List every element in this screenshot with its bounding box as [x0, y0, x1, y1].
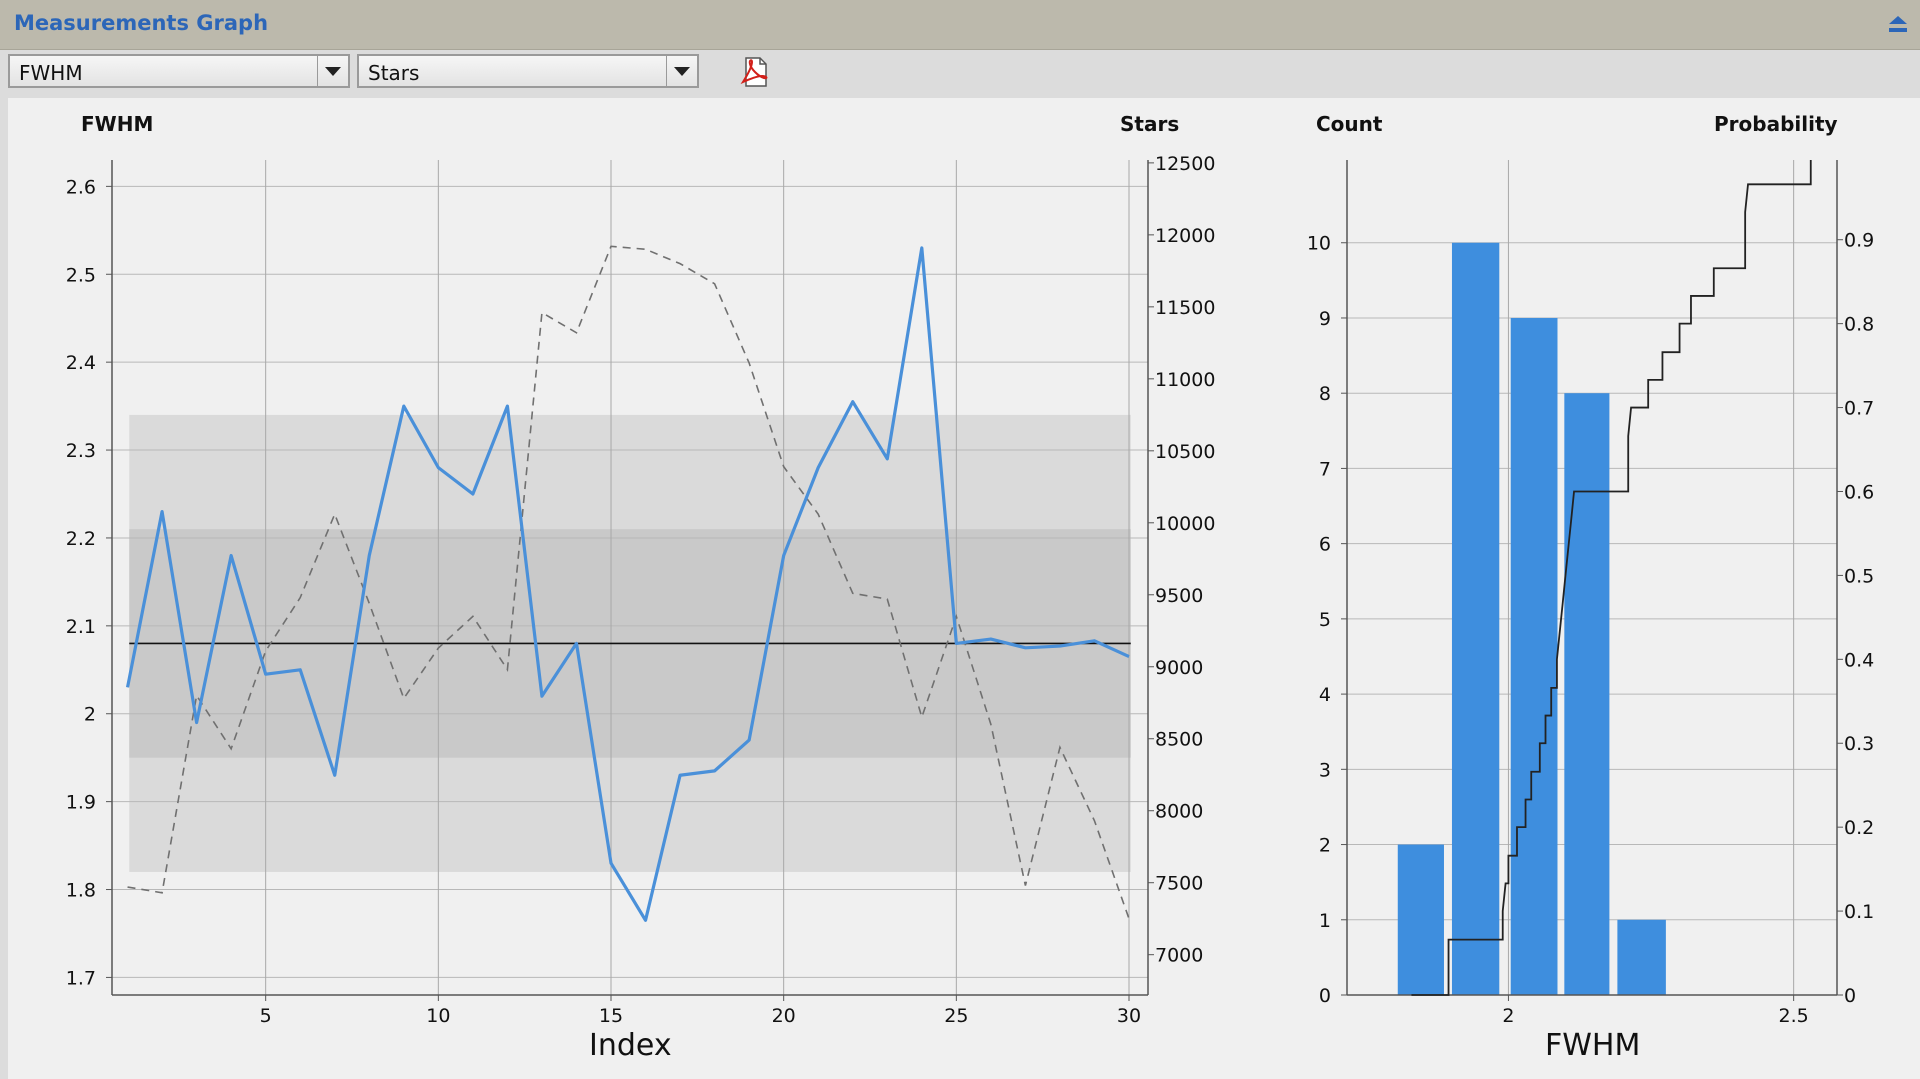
x-tick-label: 25	[944, 1005, 968, 1027]
y-tick-label: 7	[1319, 458, 1331, 480]
y2-tick-label: 0.2	[1844, 817, 1874, 839]
y-tick-label: 1.7	[66, 967, 96, 989]
y-tick-label: 2.1	[66, 616, 96, 638]
histogram-bar	[1564, 393, 1610, 995]
y2-tick-label: 7500	[1155, 873, 1203, 895]
x-tick-label: 30	[1117, 1005, 1141, 1027]
x-tick-label: 20	[772, 1005, 796, 1027]
y-tick-label: 1	[1319, 910, 1331, 932]
y-tick-label: 2.2	[66, 528, 96, 550]
y2-tick-label: 9500	[1155, 585, 1203, 607]
y2-tick-label: 0.9	[1844, 230, 1874, 252]
y2-tick-label: 0.8	[1844, 314, 1874, 336]
y2-tick-label: 0.5	[1844, 565, 1874, 587]
y-tick-label: 2	[84, 704, 96, 726]
y2-tick-label: 12500	[1155, 153, 1215, 175]
y-tick-label: 9	[1319, 308, 1331, 330]
y2-tick-label: 8500	[1155, 729, 1203, 751]
y2-tick-label: 10500	[1155, 441, 1215, 463]
histogram-bar	[1451, 242, 1500, 995]
y-tick-label: 10	[1307, 233, 1331, 255]
x-tick-label: 5	[260, 1005, 272, 1027]
y2-tick-label: 12000	[1155, 225, 1215, 247]
x-tick-label: 2	[1502, 1005, 1514, 1027]
y-tick-label: 2.3	[66, 440, 96, 462]
y2-tick-label: 8000	[1155, 801, 1203, 823]
y-tick-label: 0	[1319, 985, 1331, 1007]
y2-tick-label: 0	[1844, 985, 1856, 1007]
y-tick-label: 5	[1319, 609, 1331, 631]
histogram-bar	[1510, 317, 1558, 995]
y2-tick-label: 0.4	[1844, 649, 1874, 671]
y2-tick-label: 0.7	[1844, 398, 1874, 420]
y2-tick-label: 0.6	[1844, 481, 1874, 503]
histogram-bar	[1397, 844, 1444, 995]
histogram-bar	[1617, 919, 1666, 995]
y-tick-label: 8	[1319, 383, 1331, 405]
y2-tick-label: 0.3	[1844, 733, 1874, 755]
y-tick-label: 2.5	[66, 264, 96, 286]
y-tick-label: 6	[1319, 534, 1331, 556]
y2-tick-label: 0.1	[1844, 901, 1874, 923]
y-tick-label: 2.6	[66, 176, 96, 198]
y-tick-label: 4	[1319, 684, 1331, 706]
y-tick-label: 2	[1319, 835, 1331, 857]
y-tick-label: 2.4	[66, 352, 96, 374]
y-tick-label: 1.8	[66, 880, 96, 902]
y2-tick-label: 7000	[1155, 945, 1203, 967]
y2-tick-label: 11000	[1155, 369, 1215, 391]
y-tick-label: 3	[1319, 759, 1331, 781]
x-tick-label: 2.5	[1779, 1005, 1809, 1027]
y2-tick-label: 10000	[1155, 513, 1215, 535]
charts-svg: 1.71.81.922.12.22.32.42.52.6700075008000…	[66, 153, 1874, 1027]
x-tick-label: 15	[599, 1005, 623, 1027]
y-tick-label: 1.9	[66, 792, 96, 814]
y2-tick-label: 11500	[1155, 297, 1215, 319]
y2-tick-label: 9000	[1155, 657, 1203, 679]
x-tick-label: 10	[426, 1005, 450, 1027]
